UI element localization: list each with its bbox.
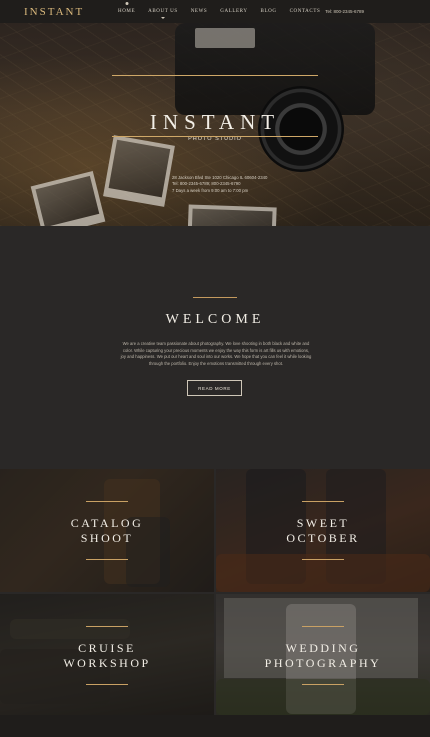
nav-phone[interactable]: Tel: 800-2345-6789: [325, 9, 364, 14]
hero-contact-info: 28 Jackson Blvd Ste 1020 Chicago IL 6060…: [172, 175, 302, 194]
welcome-divider: [193, 297, 237, 298]
tile-label: CRUISE WORKSHOP: [63, 641, 151, 670]
tile-divider: [86, 501, 128, 502]
tile-label: WEDDING PHOTOGRAPHY: [264, 641, 382, 670]
hero-divider-top: [112, 75, 318, 76]
tile-divider: [302, 501, 344, 502]
tile-divider: [302, 559, 344, 560]
tile-divider: [302, 684, 344, 685]
polaroid-photo: [103, 135, 175, 207]
hero-banner: INSTANT PHOTO STUDIO 28 Jackson Blvd Ste…: [0, 23, 430, 226]
hero-divider-bottom: [112, 136, 318, 137]
logo[interactable]: INSTANT: [24, 6, 84, 18]
nav-item-about-us[interactable]: ABOUT US: [148, 9, 178, 14]
nav-item-contacts[interactable]: CONTACTS: [290, 9, 321, 14]
tile-divider: [86, 626, 128, 627]
gallery-tile-cruise-workshop[interactable]: CRUISE WORKSHOP: [0, 594, 214, 715]
tile-label: CATALOG SHOOT: [70, 516, 144, 545]
gallery-tile-wedding-photography[interactable]: WEDDING PHOTOGRAPHY: [216, 594, 430, 715]
read-more-button[interactable]: READ MORE: [187, 380, 242, 396]
gallery-tile-catalog-shoot[interactable]: CATALOG SHOOT: [0, 469, 214, 592]
main-menu: HOME ABOUT US NEWS GALLERY BLOG CONTACTS: [118, 0, 333, 23]
tile-divider: [86, 684, 128, 685]
nav-item-news[interactable]: NEWS: [191, 9, 208, 14]
tile-label: SWEET OCTOBER: [286, 516, 360, 545]
tile-divider: [302, 626, 344, 627]
nav-item-home[interactable]: HOME: [118, 9, 135, 14]
gallery-grid: CATALOG SHOOT SWEET OCTOBER CRUISE WORKS…: [0, 469, 430, 715]
top-nav: INSTANT HOME ABOUT US NEWS GALLERY BLOG …: [0, 0, 430, 23]
hero-hours: 7 Days a week from 9:00 am to 7:00 pm: [172, 187, 249, 193]
welcome-title: WELCOME: [165, 312, 265, 327]
nav-item-blog[interactable]: BLOG: [261, 9, 277, 14]
nav-item-gallery[interactable]: GALLERY: [220, 9, 247, 14]
polaroid-photo: [187, 204, 277, 226]
hero-title: INSTANT: [149, 110, 281, 134]
tile-divider: [86, 559, 128, 560]
footer: [0, 715, 430, 737]
welcome-section: WELCOME We are a creative team passionat…: [0, 226, 430, 469]
gallery-tile-sweet-october[interactable]: SWEET OCTOBER: [216, 469, 430, 592]
camera-plate: [195, 28, 255, 48]
welcome-text: We are a creative team passionate about …: [120, 341, 312, 366]
